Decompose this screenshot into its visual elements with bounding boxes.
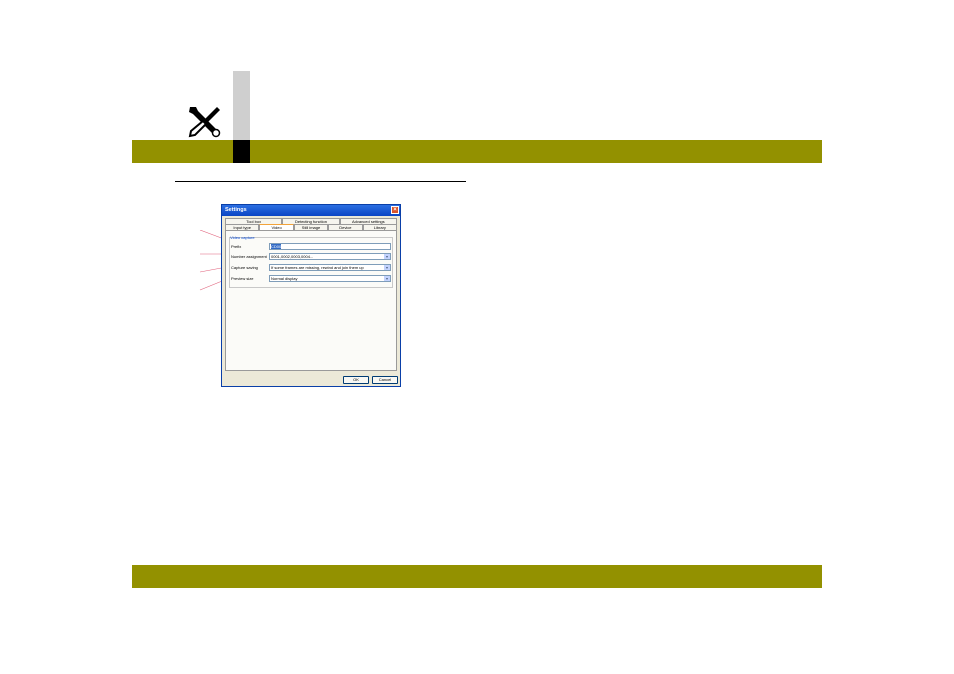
preview-size-row: Preview size Normal display ▾ [231,275,391,282]
preview-size-select[interactable]: Normal display ▾ [269,275,391,282]
dialog-title: Settings [225,207,247,213]
video-tab-panel: Video capture Prefix CD00 Number assignm… [225,230,397,371]
settings-dialog: Settings × Tool box Detecting function A… [221,204,401,387]
tools-icon [188,107,221,138]
prefix-row: Prefix CD00 [231,243,391,250]
preview-size-value: Normal display [271,276,298,281]
number-assignment-value: 0001,0002,0003,0004... [271,254,314,259]
ok-button[interactable]: OK [343,376,369,384]
number-assignment-label: Number assignment [231,254,267,259]
capture-saving-select[interactable]: If some frames are missing, rewind and j… [269,264,391,271]
capture-saving-row: Capture saving If some frames are missin… [231,264,391,271]
chapter-tab-gray [233,71,250,140]
prefix-input[interactable]: CD00 [269,243,391,250]
prefix-label: Prefix [231,244,242,249]
prefix-value: CD00 [271,244,282,249]
dropdown-arrow-icon[interactable]: ▾ [384,276,390,281]
number-assignment-row: Number assignment 0001,0002,0003,0004...… [231,253,391,260]
capture-saving-value: If some frames are missing, rewind and j… [271,265,364,270]
dropdown-arrow-icon[interactable]: ▾ [384,254,390,259]
number-assignment-select[interactable]: 0001,0002,0003,0004... ▾ [269,253,391,260]
dialog-titlebar: Settings × [222,205,400,216]
dropdown-arrow-icon[interactable]: ▾ [384,265,390,270]
close-icon[interactable]: × [391,206,399,214]
chapter-tab-black [233,140,250,163]
capture-saving-label: Capture saving [231,265,258,270]
footer-band [132,565,822,588]
preview-size-label: Preview size [231,276,254,281]
group-title: Video capture [230,235,255,240]
cancel-button[interactable]: Cancel [372,376,398,384]
section-rule [175,181,466,182]
